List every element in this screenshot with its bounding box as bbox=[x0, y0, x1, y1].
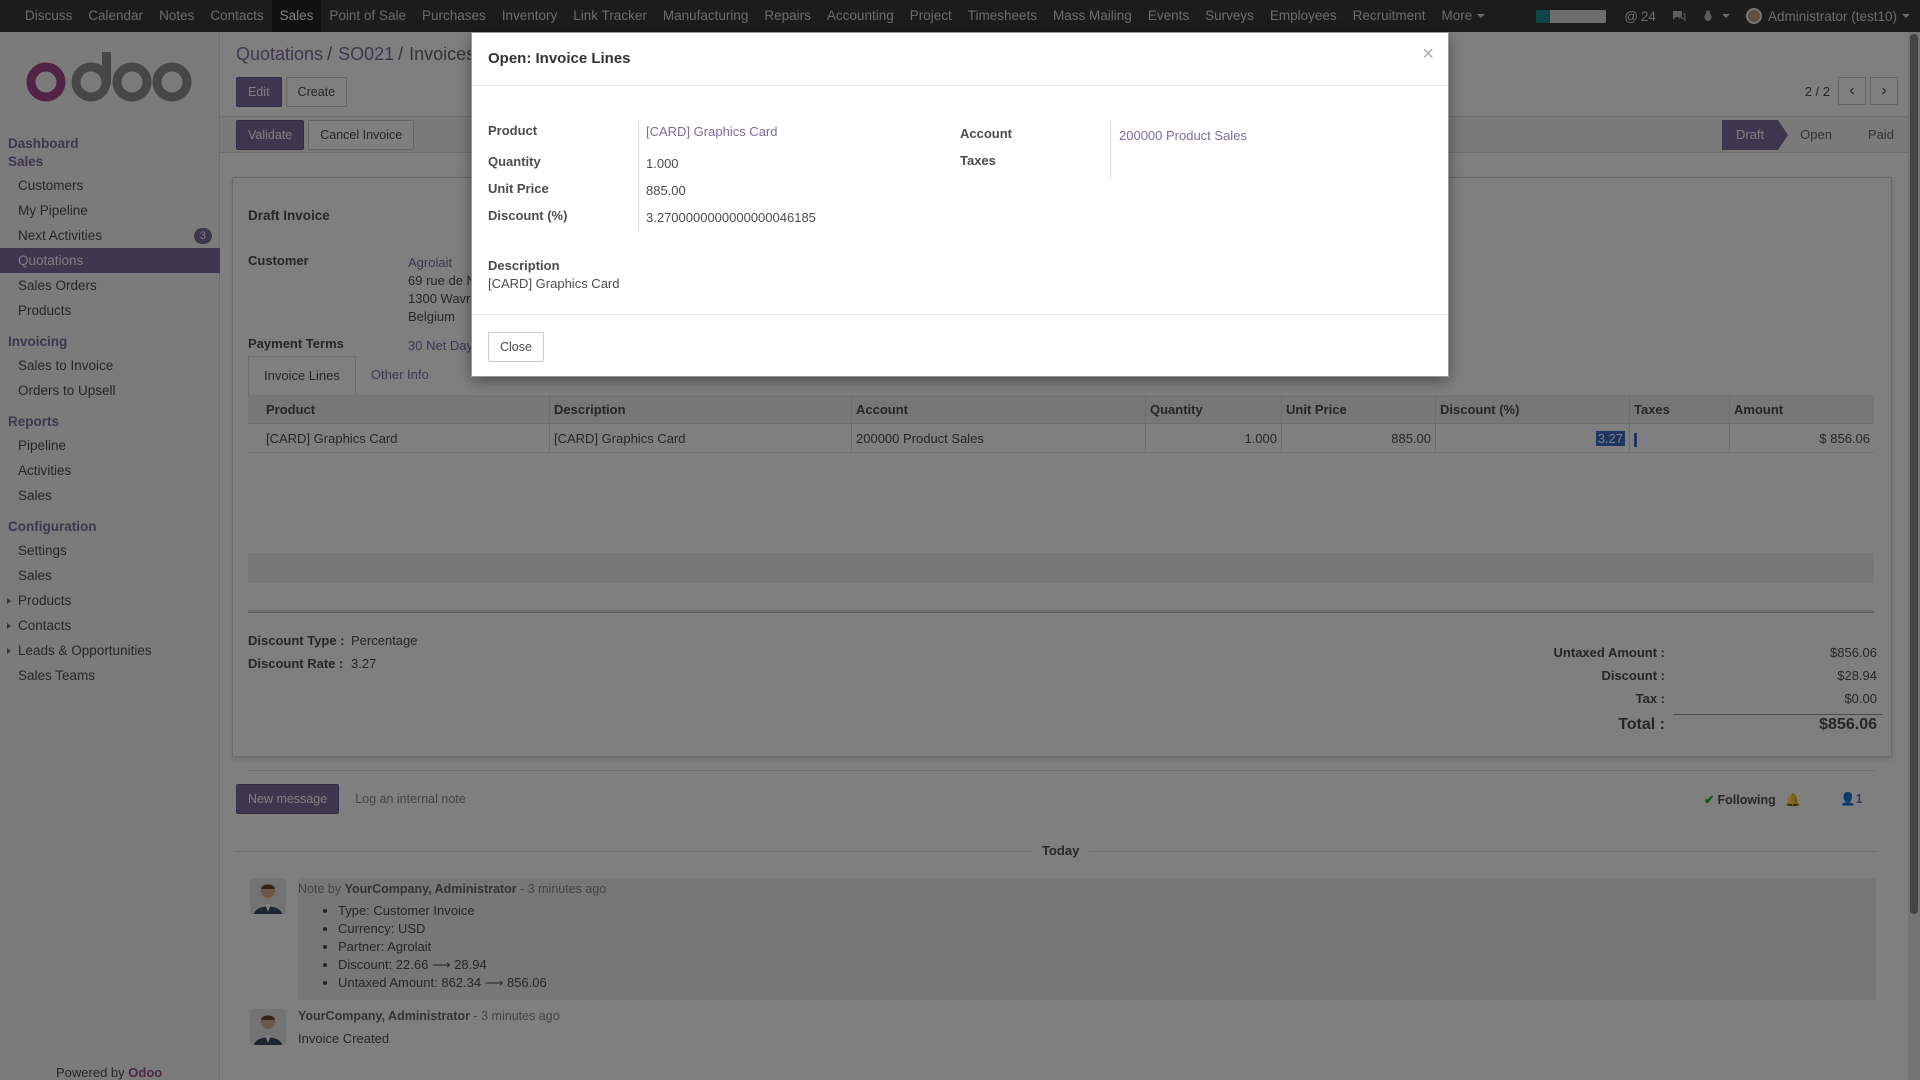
discount-label: Discount (%) bbox=[488, 208, 568, 223]
field-separator bbox=[638, 121, 639, 231]
close-icon[interactable]: × bbox=[1422, 43, 1434, 66]
dialog-footer: Close bbox=[472, 314, 1448, 362]
account-link[interactable]: 200000 Product Sales bbox=[1119, 128, 1247, 143]
account-label: Account bbox=[960, 126, 1012, 141]
product-label: Product bbox=[488, 123, 538, 138]
quantity-label: Quantity bbox=[488, 154, 541, 169]
unit-price-label: Unit Price bbox=[488, 181, 549, 196]
discount-value: 3.2700000000000000046185 bbox=[646, 210, 816, 225]
product-link[interactable]: [CARD] Graphics Card bbox=[646, 124, 777, 139]
dialog-header: Open: Invoice Lines × bbox=[472, 33, 1448, 86]
taxes-label: Taxes bbox=[960, 153, 996, 168]
dialog-title: Open: Invoice Lines bbox=[488, 50, 631, 67]
description-value: [CARD] Graphics Card bbox=[488, 276, 620, 291]
invoice-line-dialog: Open: Invoice Lines × Product [CARD] Gra… bbox=[471, 32, 1449, 377]
field-separator bbox=[1110, 121, 1111, 179]
unit-price-value: 885.00 bbox=[646, 183, 686, 198]
close-button[interactable]: Close bbox=[488, 332, 544, 362]
description-label: Description bbox=[488, 258, 560, 273]
quantity-value: 1.000 bbox=[646, 156, 679, 171]
